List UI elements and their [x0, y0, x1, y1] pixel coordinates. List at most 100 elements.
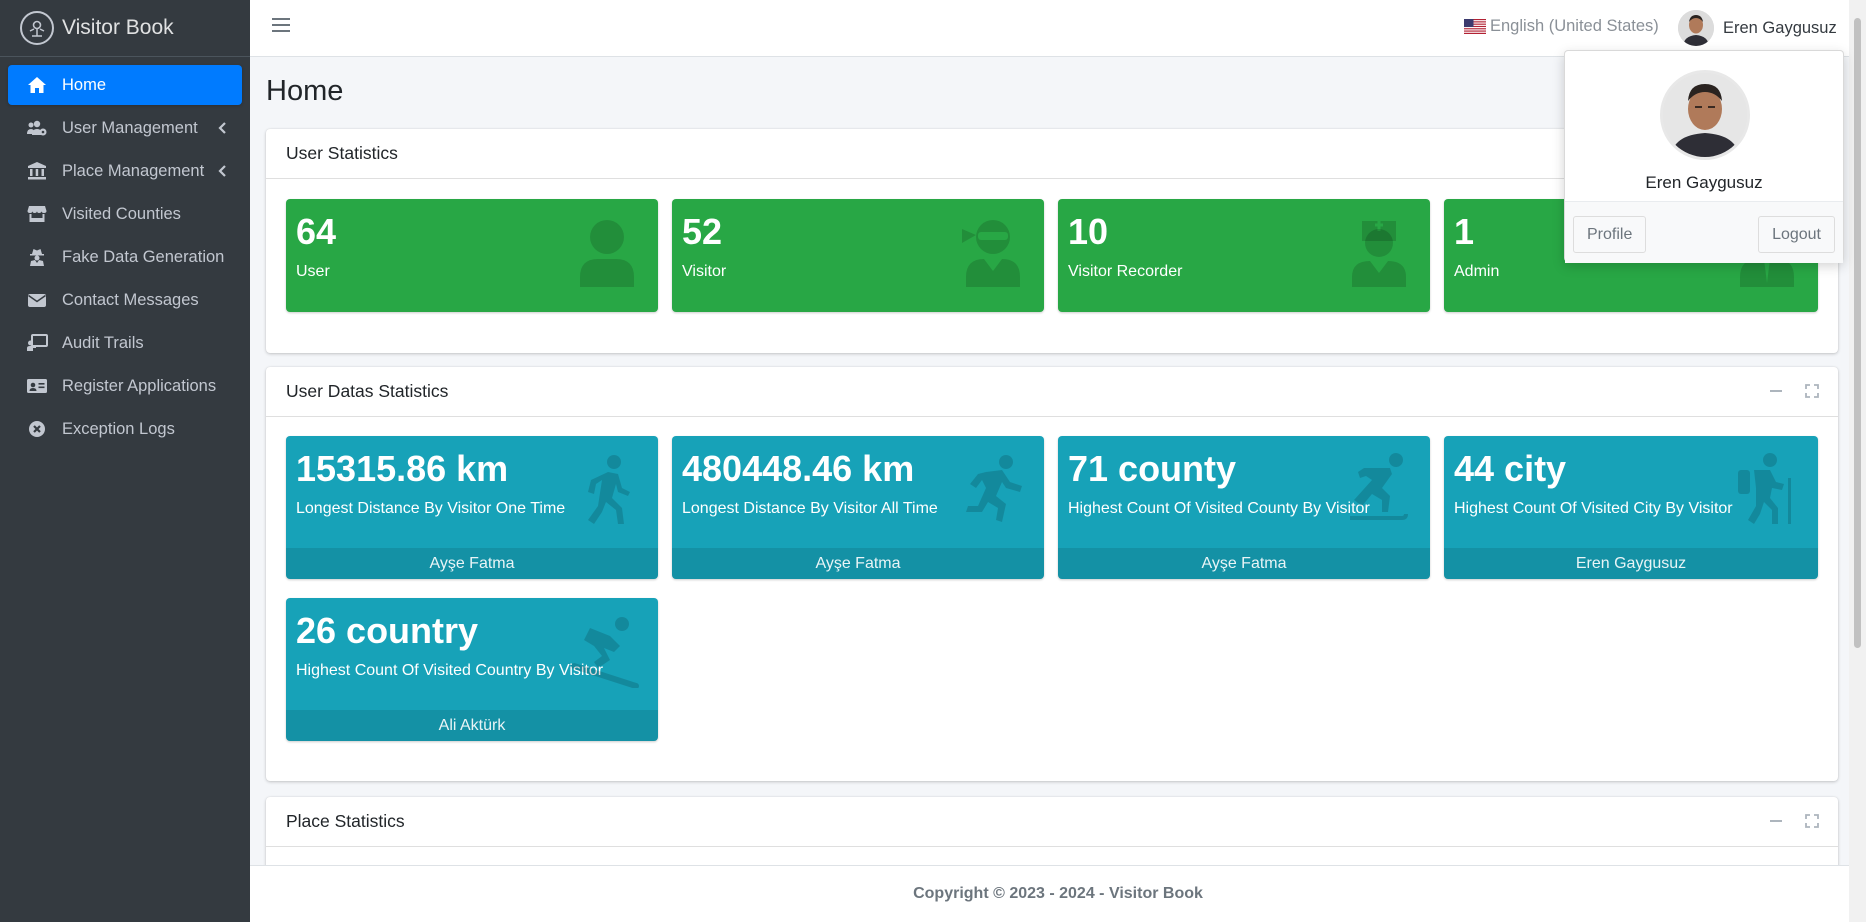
sidebar-item-label: Register Applications [62, 376, 217, 395]
card-title: User Datas Statistics [286, 381, 449, 401]
walking-icon [588, 455, 630, 524]
stat-box-longest-distance-one-time: 15315.86 km Longest Distance By Visitor … [286, 436, 658, 579]
stat-label: Visitor Recorder [1068, 263, 1183, 280]
stat-label: Longest Distance By Visitor All Time [682, 500, 938, 517]
card-header: User Datas Statistics [266, 367, 1838, 417]
stat-box-user: 64 User [286, 199, 658, 312]
hiking-icon [1738, 453, 1791, 524]
sidebar-item-home[interactable]: Home [8, 65, 242, 105]
user-avatar-large [1660, 70, 1750, 160]
copyright-text: Copyright © 2023 - 2024 - Visitor Book [913, 885, 1203, 902]
profile-button[interactable]: Profile [1573, 216, 1647, 253]
sidebar-item-place-management[interactable]: Place Management [8, 151, 242, 191]
stat-footer[interactable]: Ayşe Fatma [672, 548, 1044, 579]
sidebar-item-label: Audit Trails [62, 333, 144, 352]
sidebar-item-label: Exception Logs [62, 419, 175, 438]
user-avatar [1678, 10, 1714, 46]
sidebar-item-label: Fake Data Generation [62, 247, 225, 266]
stat-box-longest-distance-all-time: 480448.46 km Longest Distance By Visitor… [672, 436, 1044, 579]
top-navbar: English (United States) Eren Gaygusuz [250, 0, 1866, 57]
card-title: Place Statistics [286, 811, 405, 831]
menu-toggle-icon[interactable] [272, 18, 290, 38]
stat-box-visited-county: 71 county Highest Count Of Visited Count… [1058, 436, 1430, 579]
stat-label: Admin [1454, 263, 1500, 280]
sidebar-item-label: Visited Counties [62, 204, 181, 223]
stat-value: 15315.86 km [296, 448, 509, 489]
home-icon [26, 75, 48, 95]
user-datas-statistics-card: User Datas Statistics 15315.86 km Longes… [266, 367, 1838, 781]
skating-icon [1350, 453, 1408, 520]
stat-value: 10 [1068, 211, 1109, 252]
running-icon [966, 455, 1022, 522]
landmark-icon [26, 161, 48, 181]
language-label: English (United States) [1490, 17, 1659, 35]
collapse-icon[interactable] [1768, 383, 1784, 399]
stat-footer[interactable]: Ayşe Fatma [286, 548, 658, 579]
users-cog-icon [26, 118, 48, 138]
user-name: Eren Gaygusuz [1723, 18, 1837, 37]
language-selector[interactable]: English (United States) [1464, 17, 1659, 36]
snowboarding-icon [571, 617, 639, 688]
scrollbar-thumb[interactable] [1854, 18, 1861, 648]
sidebar-item-exception-logs[interactable]: Exception Logs [8, 409, 242, 449]
us-flag-icon [1464, 19, 1486, 34]
maximize-icon[interactable] [1804, 813, 1820, 829]
stat-label: Highest Count Of Visited City By Visitor [1454, 500, 1733, 517]
brand-name: Visitor Book [62, 16, 174, 39]
user-menu-toggle[interactable]: Eren Gaygusuz [1678, 10, 1837, 46]
stat-value: 52 [682, 211, 723, 252]
stat-value: 44 city [1454, 448, 1567, 489]
chevron-left-icon [218, 120, 226, 139]
stat-value: 1 [1454, 211, 1475, 252]
scrollbar[interactable] [1849, 0, 1866, 922]
sidebar-item-register-applications[interactable]: Register Applications [8, 366, 242, 406]
logout-button[interactable]: Logout [1758, 216, 1835, 253]
sidebar-item-fake-data-generation[interactable]: Fake Data Generation [8, 237, 242, 277]
place-statistics-card: Place Statistics [266, 797, 1838, 865]
sidebar-item-label: Place Management [62, 161, 205, 180]
sidebar-item-audit-trails[interactable]: Audit Trails [8, 323, 242, 363]
chalkboard-teacher-icon [26, 333, 48, 353]
card-tools [1768, 813, 1820, 829]
stat-value: 64 [296, 211, 337, 252]
stat-box-visitor-recorder: 10 Visitor Recorder [1058, 199, 1430, 312]
stat-box-visitor: 52 Visitor [672, 199, 1044, 312]
times-circle-icon [26, 419, 48, 439]
stat-footer[interactable]: Ayşe Fatma [1058, 548, 1430, 579]
stat-box-visited-city: 44 city Highest Count Of Visited City By… [1444, 436, 1818, 579]
stat-label: Longest Distance By Visitor One Time [296, 500, 566, 517]
page-footer: Copyright © 2023 - 2024 - Visitor Book [250, 865, 1866, 922]
user-secret-icon [26, 247, 48, 267]
stat-value: 480448.46 km [682, 448, 915, 489]
store-icon [26, 204, 48, 224]
sidebar-item-label: Contact Messages [62, 290, 199, 309]
sidebar: Visitor Book Home User Management Place … [0, 0, 250, 922]
stat-value: 71 county [1068, 448, 1237, 489]
stat-footer[interactable]: Eren Gaygusuz [1444, 548, 1818, 579]
dropdown-user-name: Eren Gaygusuz [1645, 173, 1763, 192]
card-title: User Statistics [286, 143, 398, 163]
page-title: Home [266, 75, 344, 107]
brand[interactable]: Visitor Book [0, 0, 250, 57]
stat-label: Highest Count Of Visited Country By Visi… [296, 662, 604, 679]
id-card-icon [26, 376, 48, 396]
sidebar-item-user-management[interactable]: User Management [8, 108, 242, 148]
user-dropdown-menu: Eren Gaygusuz Profile Logout [1564, 50, 1844, 263]
sidebar-nav: Home User Management Place Management Vi… [0, 57, 250, 449]
sidebar-item-contact-messages[interactable]: Contact Messages [8, 280, 242, 320]
dropdown-footer: Profile Logout [1565, 201, 1843, 263]
stat-label: Visitor [682, 263, 727, 280]
user-icon [580, 220, 634, 287]
sidebar-item-label: User Management [62, 118, 198, 137]
stat-value: 26 country [296, 610, 479, 651]
maximize-icon[interactable] [1804, 383, 1820, 399]
collapse-icon[interactable] [1768, 813, 1784, 829]
card-header: Place Statistics [266, 797, 1838, 847]
sidebar-item-visited-counties[interactable]: Visited Counties [8, 194, 242, 234]
user-nurse-icon [1352, 221, 1406, 287]
envelope-icon [26, 290, 48, 310]
stat-box-visited-country: 26 country Highest Count Of Visited Coun… [286, 598, 658, 741]
chevron-left-icon [218, 163, 226, 182]
stat-label: User [296, 263, 330, 280]
stat-footer[interactable]: Ali Aktürk [286, 710, 658, 741]
